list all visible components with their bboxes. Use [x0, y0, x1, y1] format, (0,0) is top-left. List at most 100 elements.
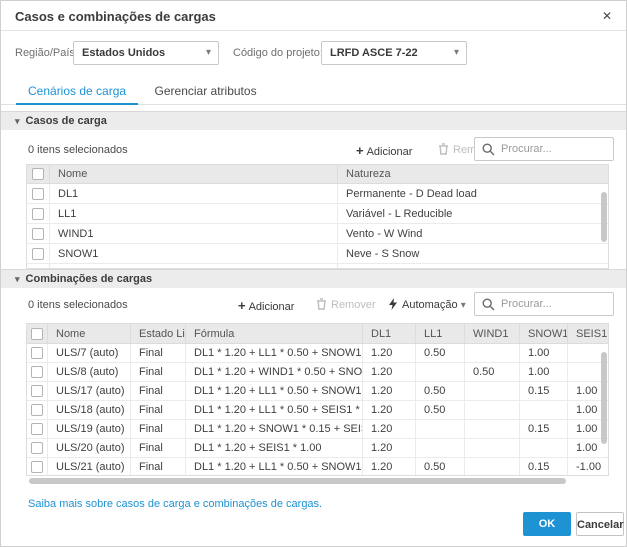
horizontal-scrollbar[interactable]	[29, 478, 566, 484]
lightning-icon	[389, 298, 397, 310]
load-cases-section-header[interactable]: ▾ Casos de carga	[1, 111, 626, 130]
load-cases-dialog: Casos e combinações de cargas ✕ Região/P…	[0, 0, 627, 547]
project-code-label: Código do projeto:	[233, 47, 323, 59]
table-row[interactable]: ULS/20 (auto) Final DL1 * 1.20 + SEIS1 *…	[27, 439, 608, 458]
combo-snow1	[519, 401, 567, 419]
load-cases-section-title: Casos de carga	[25, 115, 107, 127]
title-bar: Casos e combinações de cargas ✕	[1, 1, 626, 31]
combinations-vertical-scrollbar[interactable]	[601, 352, 607, 444]
combinations-search-input[interactable]	[501, 294, 611, 314]
table-row[interactable]: ULS/7 (auto) Final DL1 * 1.20 + LL1 * 0.…	[27, 344, 608, 363]
load-cases-search-input[interactable]	[501, 139, 611, 159]
combo-snow1: 0.15	[519, 382, 567, 400]
ok-button[interactable]: OK	[523, 512, 571, 536]
row-checkbox[interactable]	[32, 207, 44, 220]
dialog-title: Casos e combinações de cargas	[15, 9, 216, 24]
combo-dl1: 1.20	[362, 458, 415, 475]
combo-wind1	[464, 439, 519, 457]
plus-icon: +	[238, 298, 246, 313]
cancel-button[interactable]: Cancelar	[576, 512, 624, 536]
row-checkbox[interactable]	[31, 404, 43, 416]
row-checkbox[interactable]	[32, 247, 44, 260]
row-checkbox[interactable]	[32, 227, 44, 240]
row-checkbox[interactable]	[31, 423, 43, 435]
row-checkbox[interactable]	[31, 385, 43, 397]
row-checkbox[interactable]	[32, 187, 44, 200]
combinations-add-button[interactable]: + Adicionar	[238, 298, 294, 313]
combo-state: Final	[130, 439, 185, 457]
plus-icon: +	[356, 143, 364, 158]
combo-formula: DL1 * 1.20 + SNOW1 * 0.15 + SEIS1 * 1.00	[185, 420, 362, 438]
combo-wind1	[464, 401, 519, 419]
table-row[interactable]: ULS/19 (auto) Final DL1 * 1.20 + SNOW1 *…	[27, 420, 608, 439]
column-header-snow1[interactable]: SNOW1	[519, 324, 567, 343]
row-checkbox[interactable]	[31, 347, 43, 359]
table-row[interactable]: ULS/8 (auto) Final DL1 * 1.20 + WIND1 * …	[27, 363, 608, 382]
column-header-estado[interactable]: Estado Li…	[130, 324, 185, 343]
load-cases-vertical-scrollbar[interactable]	[601, 192, 607, 242]
close-icon[interactable]: ✕	[598, 7, 616, 25]
table-row[interactable]: LL1 Variável - L Reducible	[27, 204, 608, 224]
row-checkbox[interactable]	[31, 442, 43, 454]
combo-snow1: 0.15	[519, 458, 567, 475]
select-all-checkbox[interactable]	[32, 168, 44, 180]
combo-dl1: 1.20	[362, 344, 415, 362]
add-button-label: Adicionar	[366, 146, 413, 158]
column-header-nome[interactable]: Nome	[49, 165, 337, 183]
combo-snow1: 0.15	[519, 420, 567, 438]
combinations-section-title: Combinações de cargas	[25, 273, 153, 285]
table-row[interactable]: SNOW1 Neve - S Snow	[27, 244, 608, 264]
combinations-remove-button[interactable]: Remover	[316, 298, 376, 311]
row-checkbox[interactable]	[31, 366, 43, 378]
chevron-down-icon: ▾	[460, 300, 466, 311]
tab-manage-attributes[interactable]: Gerenciar atributos	[143, 81, 269, 105]
combo-wind1	[464, 382, 519, 400]
combo-ll1: 0.50	[415, 382, 464, 400]
combo-wind1	[464, 344, 519, 362]
column-header-wind1[interactable]: WIND1	[464, 324, 519, 343]
load-cases-header-row: Nome Natureza	[27, 165, 608, 184]
table-row[interactable]: DL1 Permanente - D Dead load	[27, 184, 608, 204]
combo-state: Final	[130, 344, 185, 362]
combo-seis1: -1.00	[567, 458, 608, 475]
row-checkbox[interactable]	[31, 461, 43, 473]
automation-button-label: Automação	[402, 299, 458, 311]
automation-button[interactable]: Automação ▾	[388, 298, 466, 311]
table-row[interactable]: ULS/21 (auto) Final DL1 * 1.20 + LL1 * 0…	[27, 458, 608, 475]
combo-state: Final	[130, 401, 185, 419]
column-header-dl1[interactable]: DL1	[362, 324, 415, 343]
table-row[interactable]: WIND1 Vento - W Wind	[27, 224, 608, 244]
combinations-search	[474, 292, 614, 316]
table-row[interactable]: ULS/17 (auto) Final DL1 * 1.20 + LL1 * 0…	[27, 382, 608, 401]
combinations-table: Nome Estado Li… Fórmula DL1 LL1 WIND1 SN…	[26, 323, 609, 476]
case-name: WIND1	[49, 224, 337, 243]
column-header-seis1[interactable]: SEIS1	[567, 324, 608, 343]
column-header-formula[interactable]: Fórmula	[185, 324, 362, 343]
search-icon	[482, 298, 495, 311]
load-cases-table: Nome Natureza DL1 Permanente - D Dead lo…	[26, 164, 609, 269]
region-dropdown[interactable]: Estados Unidos ▾	[73, 41, 219, 65]
select-all-checkbox[interactable]	[31, 327, 43, 340]
load-cases-search	[474, 137, 614, 161]
combinations-section-header[interactable]: ▾ Combinações de cargas	[1, 269, 626, 288]
column-header-nome[interactable]: Nome	[47, 324, 130, 343]
tab-load-scenarios[interactable]: Cenários de carga	[16, 81, 139, 105]
combo-dl1: 1.20	[362, 363, 415, 381]
column-header-natureza[interactable]: Natureza	[337, 165, 608, 183]
case-name: LL1	[49, 204, 337, 223]
case-name: SNOW1	[49, 244, 337, 263]
combinations-selected-count: 0 itens selecionados	[28, 299, 128, 311]
combo-ll1: 0.50	[415, 401, 464, 419]
load-cases-add-button[interactable]: + Adicionar	[356, 143, 412, 158]
combo-formula: DL1 * 1.20 + LL1 * 0.50 + SNOW1 * 0.15 …	[185, 382, 362, 400]
combo-name: ULS/8 (auto)	[47, 363, 130, 381]
combo-snow1: 1.00	[519, 344, 567, 362]
column-header-ll1[interactable]: LL1	[415, 324, 464, 343]
learn-more-link[interactable]: Saiba mais sobre casos de carga e combin…	[28, 498, 322, 510]
project-code-dropdown[interactable]: LRFD ASCE 7-22 ▾	[321, 41, 467, 65]
combo-formula: DL1 * 1.20 + LL1 * 0.50 + SEIS1 * 1.00	[185, 401, 362, 419]
case-name: DL1	[49, 184, 337, 203]
table-row[interactable]: ULS/18 (auto) Final DL1 * 1.20 + LL1 * 0…	[27, 401, 608, 420]
case-nature: Neve - S Snow	[337, 244, 608, 263]
combo-state: Final	[130, 382, 185, 400]
